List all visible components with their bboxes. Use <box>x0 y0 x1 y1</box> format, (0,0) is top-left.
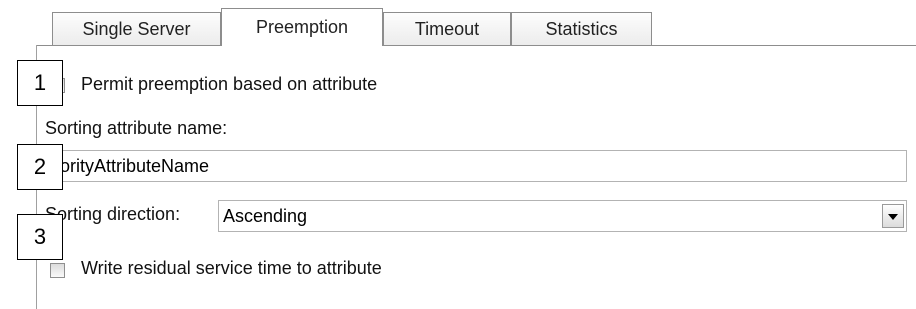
sorting-direction-select[interactable]: Ascending <box>218 200 907 232</box>
tab-baseline <box>36 45 916 46</box>
dialog-root: Single Server Preemption Timeout Statist… <box>0 0 916 309</box>
permit-preemption-label: Permit preemption based on attribute <box>81 74 378 94</box>
callout-1: 1 <box>17 60 63 106</box>
chevron-down-icon[interactable] <box>882 204 904 228</box>
tab-timeout[interactable]: Timeout <box>383 12 511 45</box>
tab-preemption[interactable]: Preemption <box>221 8 383 46</box>
sorting-direction-label: Sorting direction: <box>45 204 181 224</box>
sorting-attribute-label: Sorting attribute name: <box>45 118 228 138</box>
write-residual-label: Write residual service time to attribute <box>81 258 382 278</box>
sorting-direction-value: Ascending <box>223 206 308 226</box>
tab-single-server[interactable]: Single Server <box>52 12 221 45</box>
sorting-attribute-input[interactable]: riorityAttributeName <box>45 150 907 182</box>
sorting-attribute-value: riorityAttributeName <box>50 156 210 176</box>
callout-2: 2 <box>17 144 63 190</box>
write-residual-checkbox[interactable] <box>50 263 65 278</box>
callout-3: 3 <box>17 214 63 260</box>
tab-statistics[interactable]: Statistics <box>511 12 652 45</box>
tab-strip: Single Server Preemption Timeout Statist… <box>36 8 916 46</box>
